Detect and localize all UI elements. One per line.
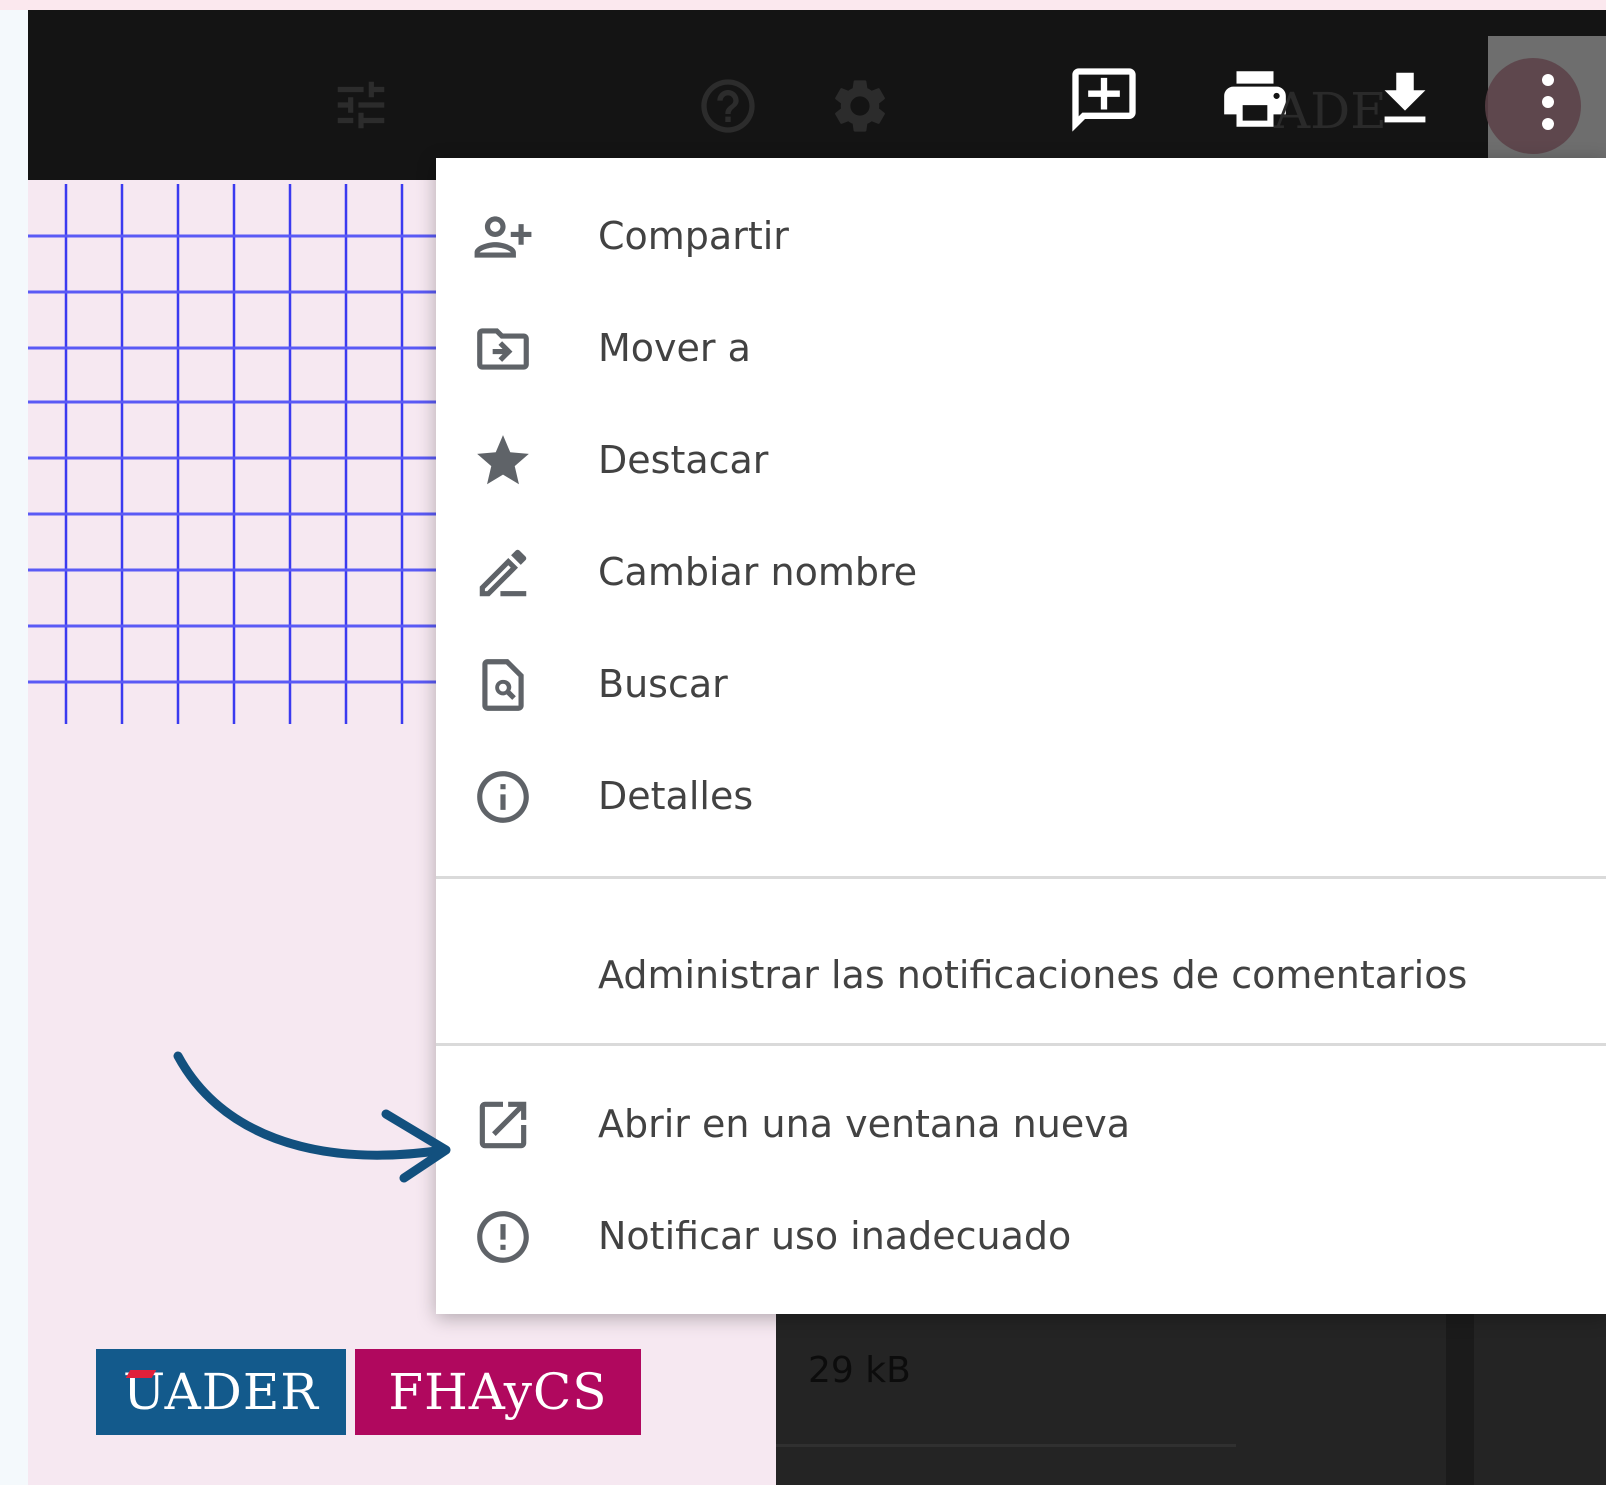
person-add-icon	[472, 206, 534, 268]
menu-item-notificar-uso[interactable]: Notificar uso inadecuado	[436, 1186, 1606, 1286]
menu-item-label: Abrir en una ventana nueva	[598, 1102, 1130, 1146]
info-icon	[472, 766, 534, 828]
settings-icon[interactable]	[828, 74, 892, 138]
menu-item-label: Administrar las notificaciones de coment…	[598, 953, 1468, 997]
menu-item-mover-a[interactable]: Mover a	[436, 298, 1606, 398]
panel-rule	[776, 1444, 1236, 1447]
menu-item-label: Compartir	[598, 214, 789, 258]
grid-pattern	[28, 184, 438, 724]
top-stripe	[0, 0, 1606, 10]
more-actions-menu: Compartir Mover a Destacar Cambiar nombr…	[436, 158, 1606, 1314]
file-info-panel	[776, 1300, 1606, 1485]
avatar[interactable]	[1485, 58, 1581, 154]
annotation-arrow	[173, 1051, 451, 1183]
fhaycs-logo: FHAyCS	[355, 1349, 641, 1435]
menu-divider	[436, 1043, 1606, 1046]
doc-search-icon	[472, 654, 534, 716]
menu-item-label: Destacar	[598, 438, 769, 482]
menu-item-notificaciones[interactable]: Administrar las notificaciones de coment…	[436, 910, 1606, 1040]
fhaycs-logo-text: FHAyCS	[388, 1363, 608, 1421]
menu-item-cambiar-nombre[interactable]: Cambiar nombre	[436, 522, 1606, 622]
menu-divider	[436, 876, 1606, 879]
folder-move-icon	[472, 318, 534, 380]
more-vert-icon[interactable]	[1536, 70, 1560, 138]
uader-logo-mark	[125, 1370, 157, 1378]
file-size: 29 kB	[808, 1350, 911, 1391]
tune-icon[interactable]	[330, 74, 392, 136]
menu-item-label: Notificar uso inadecuado	[598, 1214, 1072, 1258]
pencil-icon	[472, 542, 534, 604]
download-icon[interactable]	[1370, 64, 1440, 134]
add-comment-icon[interactable]	[1066, 62, 1142, 138]
report-icon	[472, 1206, 534, 1268]
menu-item-destacar[interactable]: Destacar	[436, 410, 1606, 510]
menu-item-label: Detalles	[598, 774, 754, 818]
menu-item-detalles[interactable]: Detalles	[436, 746, 1606, 846]
screenshot-stage: ADE 29 kB Compartir Mover a Destacar Cam…	[0, 0, 1606, 1485]
panel-divider	[1446, 1300, 1474, 1485]
open-in-new-icon	[472, 1094, 534, 1156]
uader-logo: UADER	[96, 1349, 346, 1435]
menu-item-label: Mover a	[598, 326, 751, 370]
menu-item-abrir-ventana-nueva[interactable]: Abrir en una ventana nueva	[436, 1074, 1606, 1174]
menu-item-buscar[interactable]: Buscar	[436, 634, 1606, 734]
menu-item-compartir[interactable]: Compartir	[436, 186, 1606, 286]
star-icon	[472, 430, 534, 492]
help-icon[interactable]	[696, 74, 760, 138]
menu-item-label: Cambiar nombre	[598, 550, 918, 594]
menu-item-label: Buscar	[598, 662, 728, 706]
